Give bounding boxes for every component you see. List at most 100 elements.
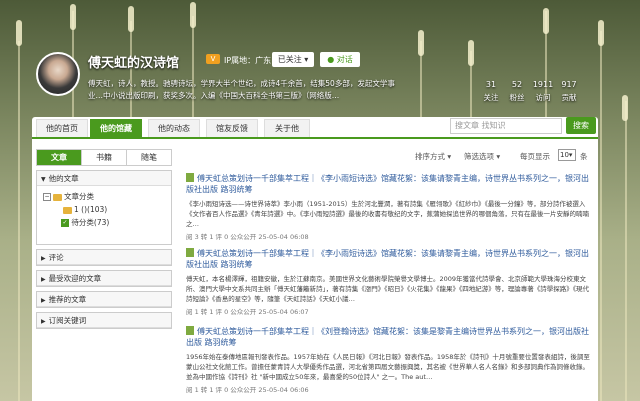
stat-label: 访问 bbox=[535, 93, 551, 102]
article-meta: 阅 3 转 1 评 0 公众公开 25-05-04 06:08 bbox=[186, 233, 309, 241]
article-summary: 1956年始在泰傳地區報刊發表作品。1957年始在《人民日報》《河北日報》發表作… bbox=[186, 353, 590, 381]
filter-label: 筛选选项 bbox=[464, 152, 494, 161]
chevron-down-icon: ▾ bbox=[304, 55, 309, 64]
section-label: 评论 bbox=[48, 253, 64, 262]
tree-item[interactable]: ✓ 待分类(73) bbox=[43, 216, 165, 229]
section-header: ▶ 推荐的文章 bbox=[37, 292, 171, 307]
stat-label: 粉丝 bbox=[509, 93, 525, 102]
sort-dropdown[interactable]: 排序方式 ▾ bbox=[415, 151, 451, 162]
sidebar-section-comments[interactable]: ▶ 评论 bbox=[36, 249, 172, 266]
stat-number: 1911 bbox=[532, 80, 554, 89]
section-label: 订阅关键词 bbox=[48, 316, 87, 325]
sidebar-section-my-articles[interactable]: ▼ 他的文章 bbox=[37, 171, 171, 186]
article-title[interactable]: 傅天虹总策划诗一千部集萃工程｜《李小雨短诗选》馆藏花絮：该集请黎青主编，诗世界丛… bbox=[186, 248, 594, 270]
stat-number: 917 bbox=[561, 80, 577, 89]
article-summary: 《李小雨短诗选——诗世界诗萃》李小雨（1951-2015）生於河北豐潤，著有詩集… bbox=[186, 200, 589, 228]
sidebar-tab-notes[interactable]: 随笔 bbox=[127, 150, 171, 165]
sidebar-tabs: 文章 书籍 随笔 bbox=[36, 149, 172, 166]
sidebar: 文章 书籍 随笔 ▼ 他的文章 − 文章分类 1 ()(103) ✓ 待分类(73)… bbox=[36, 149, 172, 329]
tab-activity[interactable]: 他的动态 bbox=[148, 119, 200, 137]
sort-label: 排序方式 bbox=[415, 152, 445, 161]
search-input[interactable]: 搜文章 找知识 bbox=[450, 118, 562, 134]
tab-library[interactable]: 他的馆藏 bbox=[90, 119, 142, 137]
bio-line-1: 傅天虹，诗人，教授。驰骋诗坛，学界大半个世纪，成诗4千余首，结集50多部，发起文… bbox=[88, 79, 395, 88]
user-name[interactable]: 傅天虹的汉诗馆 bbox=[88, 52, 179, 71]
chat-label: 对话 bbox=[336, 55, 353, 64]
article-item: 傅天虹总策划诗一千部集萃工程｜《刘登翰诗选》馆藏花絮：该集是黎青主编诗世界丛书系… bbox=[186, 326, 594, 394]
article-title-text: 傅天虹总策划诗一千部集萃工程｜《李小雨短诗选》馆藏花絮：该集请黎青主编，诗世界丛… bbox=[186, 174, 589, 194]
section-label: 推荐的文章 bbox=[48, 295, 87, 304]
sidebar-section-keywords[interactable]: ▶ 订阅关键词 bbox=[36, 312, 172, 329]
section-label: 最受欢迎的文章 bbox=[48, 274, 102, 283]
article-tree-box: ▼ 他的文章 − 文章分类 1 ()(103) ✓ 待分类(73) bbox=[36, 170, 172, 245]
follow-button[interactable]: 已关注 ▾ bbox=[272, 52, 314, 67]
article-item: 傅天虹总策划诗一千部集萃工程｜《李小雨短诗选》馆藏花絮：该集请黎青主编，诗世界丛… bbox=[186, 173, 594, 241]
tree-item-label: 待分类 bbox=[71, 218, 94, 227]
stat-contribution[interactable]: 917 贡献 bbox=[556, 80, 582, 103]
article-list: 排序方式 ▾ 筛选选项 ▾ 每页显示 10▾ 条 傅天虹总策划诗一千部集萃工程｜… bbox=[186, 149, 594, 394]
document-icon bbox=[186, 173, 194, 182]
section-header: ▶ 最受欢迎的文章 bbox=[37, 271, 171, 286]
article-title[interactable]: 傅天虹总策划诗一千部集萃工程｜《刘登翰诗选》馆藏花絮：该集是黎青主编诗世界丛书系… bbox=[186, 326, 594, 348]
tab-feedback[interactable]: 馆友反馈 bbox=[206, 119, 258, 137]
page-size-unit: 条 bbox=[580, 152, 588, 161]
folder-icon bbox=[63, 206, 72, 214]
verified-badge-icon: V bbox=[206, 54, 220, 64]
tree-item-label: 1 () bbox=[74, 205, 88, 214]
avatar[interactable] bbox=[36, 52, 80, 96]
tree-item-count: (73) bbox=[93, 218, 110, 227]
document-icon bbox=[186, 326, 194, 335]
profile-stats: 31 关注 52 粉丝 1911 访问 917 贡献 bbox=[478, 80, 582, 103]
article-title[interactable]: 傅天虹总策划诗一千部集萃工程｜《李小雨短诗选》馆藏花絮：该集请黎青主编，诗世界丛… bbox=[186, 173, 594, 195]
chat-button[interactable]: ● 对话 bbox=[320, 52, 360, 67]
collapse-icon[interactable]: − bbox=[43, 193, 51, 201]
sidebar-section-recommended[interactable]: ▶ 推荐的文章 bbox=[36, 291, 172, 308]
sidebar-section-popular[interactable]: ▶ 最受欢迎的文章 bbox=[36, 270, 172, 287]
category-tree: − 文章分类 1 ()(103) ✓ 待分类(73) bbox=[37, 186, 171, 244]
filter-bar: 排序方式 ▾ 筛选选项 ▾ 每页显示 10▾ 条 bbox=[186, 149, 594, 163]
section-label: 他的文章 bbox=[48, 174, 79, 183]
sidebar-tab-books[interactable]: 书籍 bbox=[82, 150, 127, 165]
tab-about[interactable]: 关于他 bbox=[264, 119, 310, 137]
stat-label: 贡献 bbox=[561, 93, 577, 102]
chevron-down-icon: ▾ bbox=[496, 152, 501, 161]
ip-location: IP属地：广东 bbox=[224, 56, 272, 65]
folder-icon bbox=[53, 193, 62, 201]
page-size-label: 每页显示 bbox=[520, 152, 550, 161]
checkbox-icon[interactable]: ✓ bbox=[61, 219, 69, 227]
article-summary: 傅天虹，本名楊澤輝，祖籍安徽，生於江蘇南京。美國世界文化藝術學院榮譽文學博士。2… bbox=[186, 275, 589, 303]
stat-number: 52 bbox=[511, 80, 523, 89]
collapsed-arrow-icon: ▶ bbox=[41, 255, 46, 262]
page-size-select[interactable]: 10▾ bbox=[558, 149, 576, 161]
article-title-text: 傅天虹总策划诗一千部集萃工程｜《刘登翰诗选》馆藏花絮：该集是黎青主编诗世界丛书系… bbox=[186, 327, 589, 347]
tree-root-label: 文章分类 bbox=[64, 192, 94, 201]
article-item: 傅天虹总策划诗一千部集萃工程｜《李小雨短诗选》馆藏花絮：该集请黎青主编，诗世界丛… bbox=[186, 248, 594, 316]
section-header: ▶ 评论 bbox=[37, 250, 171, 265]
collapsed-arrow-icon: ▶ bbox=[41, 318, 46, 325]
sidebar-tab-articles[interactable]: 文章 bbox=[37, 150, 82, 165]
collapsed-arrow-icon: ▶ bbox=[41, 297, 46, 304]
article-title-text: 傅天虹总策划诗一千部集萃工程｜《李小雨短诗选》馆藏花絮：该集请黎青主编，诗世界丛… bbox=[186, 249, 589, 269]
stat-number: 31 bbox=[485, 80, 497, 89]
filter-dropdown[interactable]: 筛选选项 ▾ bbox=[464, 151, 500, 162]
tab-home[interactable]: 他的首页 bbox=[36, 119, 88, 137]
document-icon bbox=[186, 248, 194, 257]
expanded-arrow-icon: ▼ bbox=[41, 176, 46, 183]
page-size-value: 10 bbox=[560, 151, 569, 159]
tree-root[interactable]: − 文章分类 bbox=[43, 190, 165, 203]
chevron-down-icon: ▾ bbox=[568, 151, 573, 159]
section-header: ▶ 订阅关键词 bbox=[37, 313, 171, 328]
stat-followers[interactable]: 52 粉丝 bbox=[504, 80, 530, 103]
follow-label: 已关注 bbox=[277, 55, 302, 64]
stat-visits[interactable]: 1911 访问 bbox=[530, 80, 556, 103]
chat-icon: ● bbox=[327, 55, 335, 64]
collapsed-arrow-icon: ▶ bbox=[41, 276, 46, 283]
stat-label: 关注 bbox=[483, 93, 499, 102]
search-button[interactable]: 搜索 bbox=[566, 117, 596, 134]
stat-following[interactable]: 31 关注 bbox=[478, 80, 504, 103]
article-meta: 阅 1 转 1 评 0 公众公开 25-05-04 06:07 bbox=[186, 308, 309, 316]
tree-item[interactable]: 1 ()(103) bbox=[43, 203, 165, 216]
chevron-down-icon: ▾ bbox=[447, 152, 452, 161]
bio-line-2: 业…中小说出版印刷，获奖多次。入编《中国大百科全书第三版》（网络版… bbox=[88, 91, 340, 100]
tree-item-count: (103) bbox=[87, 205, 108, 214]
